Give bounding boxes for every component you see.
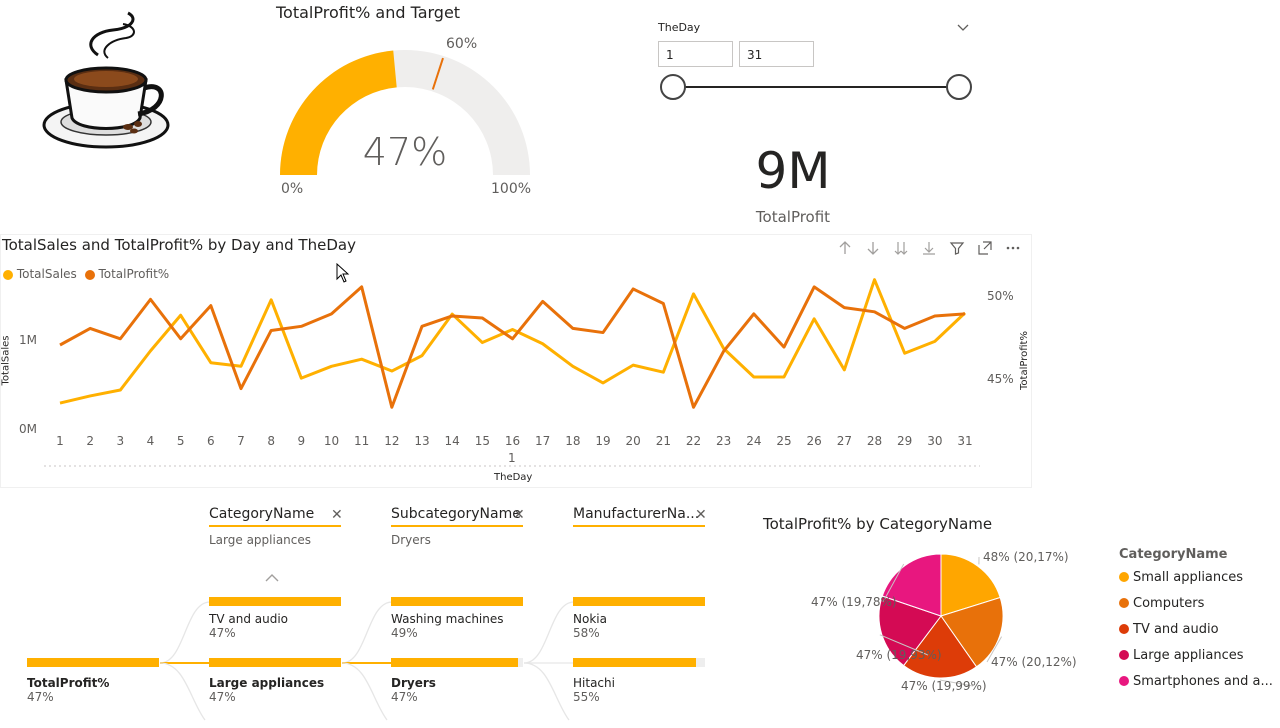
pie-legend-item[interactable]: Large appliances — [1119, 642, 1273, 668]
decomp-node-value: 55% — [573, 690, 600, 704]
x-tick-label: 28 — [867, 434, 882, 448]
decomp-node-dryers[interactable]: Dryers 47% — [391, 658, 523, 704]
decomp-header-subcategory-sub: Dryers — [391, 533, 431, 547]
decomp-header-subcategory-label[interactable]: SubcategoryName — [391, 506, 523, 527]
pie-legend-label: Large appliances — [1133, 647, 1244, 663]
pie-chart-title: TotalProfit% by CategoryName — [763, 515, 993, 533]
close-icon[interactable]: ✕ — [513, 507, 525, 523]
decomp-node-label: Dryers — [391, 676, 436, 690]
pie-legend-label: Small appliances — [1133, 569, 1244, 585]
decomp-node-nokia[interactable]: Nokia 58% — [573, 597, 705, 640]
pie-legend: CategoryName Small appliances Computers TV… — [1119, 547, 1273, 694]
decomp-node-value: 47% — [27, 690, 54, 704]
pie-legend-label: TV and audio — [1133, 621, 1219, 637]
decomp-node-label: TV and audio — [209, 612, 288, 626]
decomp-node-value: 47% — [391, 690, 418, 704]
decomp-node-value: 49% — [391, 626, 418, 640]
decomp-header-category-label[interactable]: CategoryName — [209, 506, 341, 527]
pie-legend-label: Smartphones and a... — [1133, 673, 1273, 689]
decomp-header-subcategory: SubcategoryName Dryers — [391, 506, 523, 547]
x-tick-label: 31 — [957, 434, 972, 448]
x-tick-label: 30 — [927, 434, 942, 448]
decomp-node-root[interactable]: TotalProfit% 47% — [27, 658, 159, 704]
legend-dot — [1119, 572, 1129, 582]
pie-legend-label: Computers — [1133, 595, 1205, 611]
x-tick-label: 26 — [807, 434, 822, 448]
close-icon[interactable]: ✕ — [695, 507, 707, 523]
close-icon[interactable]: ✕ — [331, 507, 343, 523]
legend-dot — [1119, 598, 1129, 608]
x-tick-label: 25 — [776, 434, 791, 448]
decomp-node-label: Nokia — [573, 612, 607, 626]
decomp-node-value: 47% — [209, 626, 236, 640]
chevron-up-icon[interactable] — [264, 568, 280, 587]
pie-legend-item[interactable]: Small appliances — [1119, 564, 1273, 590]
decomp-header-category: CategoryName Large appliances — [209, 506, 341, 547]
pie-legend-item[interactable]: Computers — [1119, 590, 1273, 616]
decomp-node-label: Large appliances — [209, 676, 325, 690]
decomp-node-label: Washing machines — [391, 612, 504, 626]
pie-data-label: 47% (20,12%) — [991, 655, 1077, 669]
decomp-node-label: Hitachi — [573, 676, 615, 690]
x-tick-label: 29 — [897, 434, 912, 448]
decomp-node-large-appliances[interactable]: Large appliances 47% — [209, 658, 341, 704]
legend-dot — [1119, 676, 1129, 686]
pie-data-label: 48% (20,17%) — [983, 550, 1069, 564]
legend-dot — [1119, 624, 1129, 634]
decomp-node-value: 47% — [209, 690, 236, 704]
pie-data-label: 47% (19,99%) — [901, 679, 987, 693]
decomp-node-washing-machines[interactable]: Washing machines 49% — [391, 597, 523, 640]
pie-chart[interactable]: 48% (20,17%) 47% (20,12%) 47% (19,99%) 47% … — [760, 540, 1110, 710]
decomp-header-category-sub: Large appliances — [209, 533, 312, 547]
legend-dot — [1119, 650, 1129, 660]
pie-data-label: 47% (19,78%) — [811, 595, 897, 609]
x-tick-label: 27 — [837, 434, 852, 448]
pie-data-label: 47% (19,93%) — [856, 648, 942, 662]
decomp-node-label: TotalProfit% — [27, 676, 110, 690]
pie-legend-item[interactable]: TV and audio — [1119, 616, 1273, 642]
decomp-header-manufacturer-label[interactable]: ManufacturerNa... — [573, 506, 705, 527]
decomp-node-tv-audio[interactable]: TV and audio 47% — [209, 597, 341, 640]
pie-legend-title: CategoryName — [1119, 547, 1228, 562]
decomp-header-manufacturer: ManufacturerNa... — [573, 506, 705, 527]
decomp-node-value: 58% — [573, 626, 600, 640]
pie-legend-item[interactable]: Smartphones and a... — [1119, 668, 1273, 694]
decomp-node-hitachi[interactable]: Hitachi 55% — [573, 658, 705, 704]
